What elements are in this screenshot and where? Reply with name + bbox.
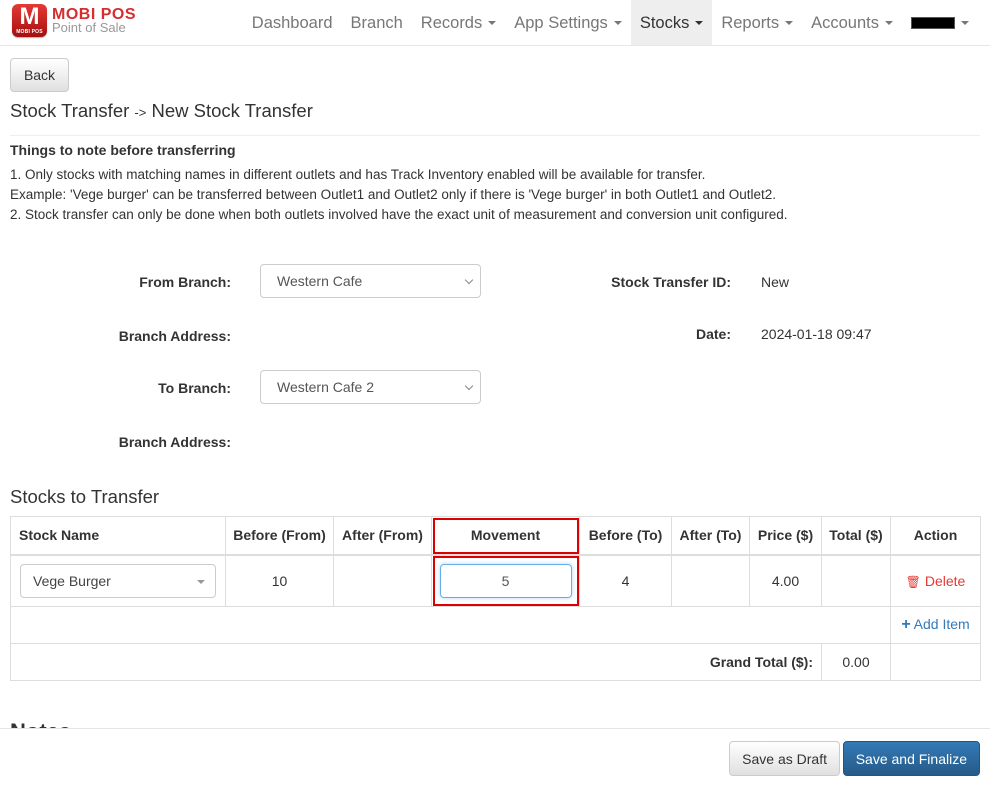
mobi-pos-logo-icon: M MOBI POS bbox=[12, 4, 47, 37]
grand-total-row: Grand Total ($): 0.00 bbox=[10, 643, 981, 681]
nav-label: Stocks bbox=[639, 13, 690, 32]
movement-cell bbox=[431, 554, 580, 607]
from-branch-value: Western Cafe bbox=[277, 273, 363, 289]
stock-name-cell: Vege Burger bbox=[10, 554, 226, 607]
to-branch-value: Western Cafe 2 bbox=[277, 379, 375, 395]
stock-name-select[interactable]: Vege Burger bbox=[20, 563, 216, 598]
plus-icon: + bbox=[901, 616, 911, 633]
note-line: 2. Stock transfer can only be done when … bbox=[10, 207, 788, 222]
after-to-cell bbox=[671, 554, 750, 607]
brand-title: MOBI POS bbox=[52, 5, 137, 23]
col-movement: Movement bbox=[431, 516, 580, 556]
caret-down-icon bbox=[197, 579, 205, 584]
note-line: 1. Only stocks with matching names in di… bbox=[10, 167, 706, 182]
logo-letter: M bbox=[19, 3, 40, 30]
movement-input[interactable] bbox=[439, 563, 572, 598]
date-label: Date: bbox=[695, 326, 731, 342]
caret-down-icon bbox=[785, 20, 794, 25]
breadcrumb-separator: -> bbox=[134, 105, 147, 120]
caret-down-icon bbox=[885, 20, 893, 25]
main-nav: Dashboard Branch Records App Settings St… bbox=[243, 0, 978, 45]
to-branch-label: To Branch: bbox=[158, 380, 231, 396]
breadcrumb-current: New Stock Transfer bbox=[151, 100, 313, 121]
caret-down-icon bbox=[488, 20, 497, 25]
action-cell: 🗑 Delete bbox=[890, 554, 981, 607]
add-item-cell: + Add Item bbox=[890, 606, 981, 644]
page-title: Stock Transfer -> New Stock Transfer bbox=[10, 100, 313, 122]
brand-subtitle: Point of Sale bbox=[52, 19, 126, 35]
from-branch-address-label: Branch Address: bbox=[118, 328, 231, 344]
breadcrumb-parent: Stock Transfer bbox=[10, 100, 130, 121]
nav-stocks[interactable]: Stocks bbox=[630, 0, 713, 45]
notes-list: 1. Only stocks with matching names in di… bbox=[10, 165, 787, 225]
nav-branch[interactable]: Branch bbox=[342, 0, 412, 45]
nav-reports[interactable]: Reports bbox=[712, 0, 802, 45]
transfer-id-label: Stock Transfer ID: bbox=[611, 274, 731, 290]
col-after-to: After (To) bbox=[671, 516, 750, 556]
header-divider bbox=[10, 135, 980, 136]
logo-sub-text: MOBI POS bbox=[16, 29, 43, 35]
col-action: Action bbox=[890, 516, 981, 556]
trash-icon: 🗑 bbox=[905, 574, 921, 589]
nav-label: Records bbox=[420, 13, 483, 32]
table-header-row: Stock Name Before (From) After (From) Mo… bbox=[10, 516, 981, 556]
col-before-from: Before (From) bbox=[225, 516, 334, 556]
caret-down-icon bbox=[695, 20, 704, 25]
nav-dashboard[interactable]: Dashboard bbox=[243, 0, 342, 45]
col-after-from: After (From) bbox=[333, 516, 432, 556]
before-from-cell: 10 bbox=[225, 554, 334, 607]
date-value: 2024-01-18 09:47 bbox=[761, 326, 872, 342]
nav-label: Branch bbox=[350, 13, 403, 32]
nav-label: App Settings bbox=[514, 13, 608, 32]
from-branch-label: From Branch: bbox=[139, 274, 231, 290]
price-cell: 4.00 bbox=[749, 554, 822, 607]
col-before-to: Before (To) bbox=[579, 516, 672, 556]
add-item-spacer bbox=[10, 606, 891, 644]
grand-total-value: 0.00 bbox=[821, 643, 891, 681]
note-line: Example: 'Vege burger' can be transferre… bbox=[10, 187, 777, 202]
delete-label: Delete bbox=[924, 572, 966, 589]
nav-accounts[interactable]: Accounts bbox=[802, 0, 902, 45]
navbar: M MOBI POS MOBI POS Point of Sale Dashbo… bbox=[0, 0, 990, 46]
save-and-finalize-button[interactable]: Save and Finalize bbox=[842, 741, 980, 776]
footer-bar: Save as Draft Save and Finalize bbox=[0, 728, 990, 787]
nav-label: Reports bbox=[721, 13, 780, 32]
stock-name-value: Vege Burger bbox=[33, 572, 111, 589]
caret-down-icon bbox=[613, 20, 622, 25]
transfer-id-value: New bbox=[761, 274, 790, 290]
after-from-cell bbox=[333, 554, 432, 607]
grand-total-label: Grand Total ($): bbox=[10, 643, 822, 681]
before-to-cell: 4 bbox=[579, 554, 672, 607]
chevron-down-icon bbox=[464, 381, 474, 391]
nav-label: Accounts bbox=[811, 13, 879, 32]
stocks-table: Stock Name Before (From) After (From) Mo… bbox=[10, 516, 981, 681]
nav-user-menu[interactable] bbox=[902, 0, 978, 45]
redacted-username bbox=[911, 16, 955, 29]
col-price: Price ($) bbox=[749, 516, 822, 556]
from-branch-select[interactable]: Western Cafe bbox=[260, 264, 481, 298]
nav-records[interactable]: Records bbox=[412, 0, 505, 45]
brand[interactable]: M MOBI POS MOBI POS Point of Sale bbox=[12, 4, 136, 37]
to-branch-address-label: Branch Address: bbox=[118, 434, 231, 450]
col-stock-name: Stock Name bbox=[10, 516, 226, 556]
save-as-draft-button[interactable]: Save as Draft bbox=[729, 741, 840, 776]
chevron-down-icon bbox=[464, 275, 474, 285]
add-item-button[interactable]: + Add Item bbox=[901, 616, 970, 633]
grand-total-empty bbox=[890, 643, 981, 681]
delete-button[interactable]: 🗑 Delete bbox=[906, 573, 966, 589]
stocks-section-title: Stocks to Transfer bbox=[10, 486, 160, 507]
caret-down-icon bbox=[961, 20, 969, 25]
notes-title: Things to note before transferring bbox=[10, 142, 236, 158]
add-item-label: Add Item bbox=[913, 616, 970, 632]
table-row: Vege Burger 10 4 4.00 🗑Delete bbox=[10, 554, 981, 607]
total-cell bbox=[821, 554, 891, 607]
to-branch-select[interactable]: Western Cafe 2 bbox=[260, 370, 481, 404]
col-total: Total ($) bbox=[821, 516, 891, 556]
nav-label: Dashboard bbox=[251, 13, 333, 32]
nav-app-settings[interactable]: App Settings bbox=[505, 0, 631, 45]
back-button[interactable]: Back bbox=[10, 58, 69, 92]
add-item-row: + Add Item bbox=[10, 606, 981, 644]
